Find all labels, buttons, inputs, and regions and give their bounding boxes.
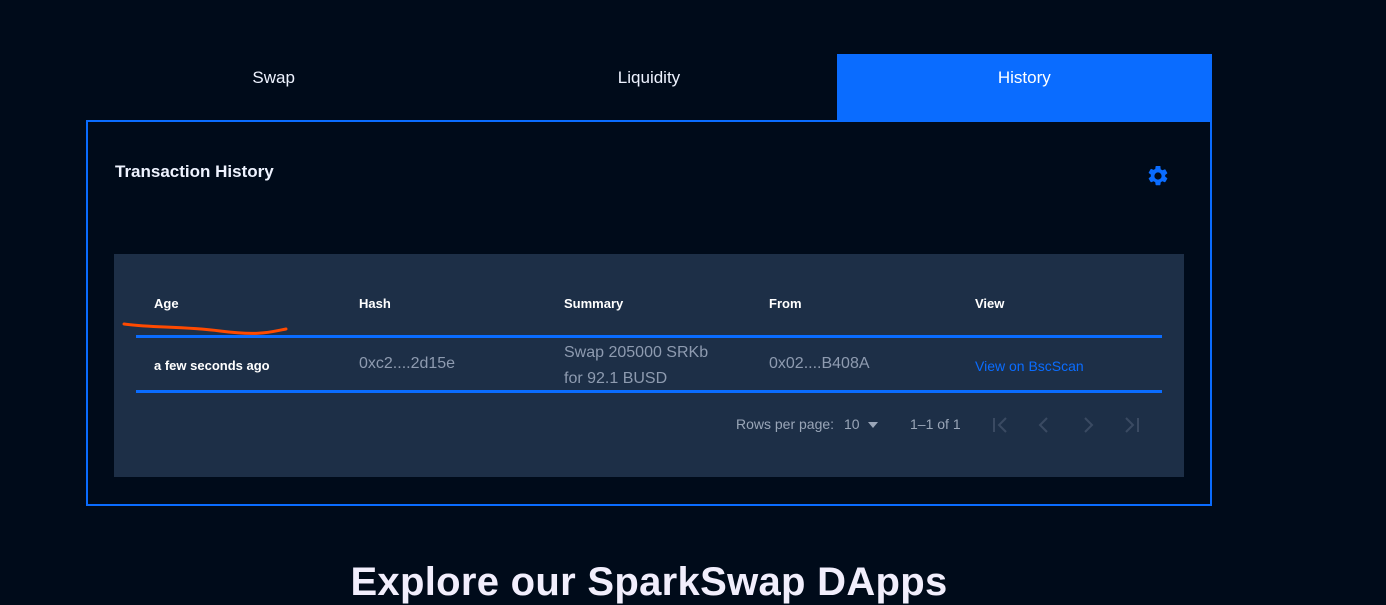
gear-icon[interactable] bbox=[1146, 164, 1170, 188]
table-row: a few seconds ago 0xc2....2d15e Swap 205… bbox=[114, 340, 1184, 392]
tab-bar: Swap Liquidity History bbox=[86, 54, 1212, 120]
history-table: Age Hash Summary From View a few seconds… bbox=[114, 254, 1184, 477]
rows-per-page-select[interactable]: 10 bbox=[844, 416, 878, 432]
view-on-bscscan-link[interactable]: View on BscScan bbox=[975, 358, 1084, 374]
history-panel: Transaction History Age Hash Summary Fro… bbox=[86, 120, 1212, 506]
panel-title: Transaction History bbox=[115, 162, 274, 181]
explore-heading: Explore our SparkSwap DApps bbox=[350, 560, 948, 604]
tab-swap[interactable]: Swap bbox=[86, 54, 461, 120]
column-header-hash[interactable]: Hash bbox=[359, 296, 391, 311]
tab-history[interactable]: History bbox=[836, 54, 1212, 120]
table-header: Age Hash Summary From View bbox=[114, 296, 1184, 316]
previous-page-icon[interactable] bbox=[1032, 414, 1056, 436]
next-page-icon[interactable] bbox=[1076, 414, 1100, 436]
row-summary-line1: Swap 205000 SRKb bbox=[564, 344, 709, 361]
column-header-from[interactable]: From bbox=[769, 296, 802, 311]
row-summary-line2: for 92.1 BUSD bbox=[564, 370, 668, 387]
pagination-range: 1–1 of 1 bbox=[910, 416, 961, 432]
chevron-down-icon bbox=[867, 422, 878, 429]
tab-liquidity[interactable]: Liquidity bbox=[461, 54, 836, 120]
first-page-icon[interactable] bbox=[988, 414, 1012, 436]
last-page-icon[interactable] bbox=[1120, 414, 1144, 436]
row-hash: 0xc2....2d15e bbox=[359, 355, 456, 372]
rows-per-page-value: 10 bbox=[844, 416, 860, 432]
row-from: 0x02....B408A bbox=[769, 355, 870, 372]
row-summary: Swap 205000 SRKb for 92.1 BUSD bbox=[564, 340, 744, 392]
row-divider bbox=[136, 390, 1162, 393]
column-header-view[interactable]: View bbox=[975, 296, 1004, 311]
rows-per-page-label: Rows per page: bbox=[736, 416, 835, 432]
column-header-summary[interactable]: Summary bbox=[564, 296, 623, 311]
hand-drawn-underline bbox=[122, 322, 288, 335]
column-header-age[interactable]: Age bbox=[154, 296, 179, 311]
row-age: a few seconds ago bbox=[154, 358, 270, 373]
